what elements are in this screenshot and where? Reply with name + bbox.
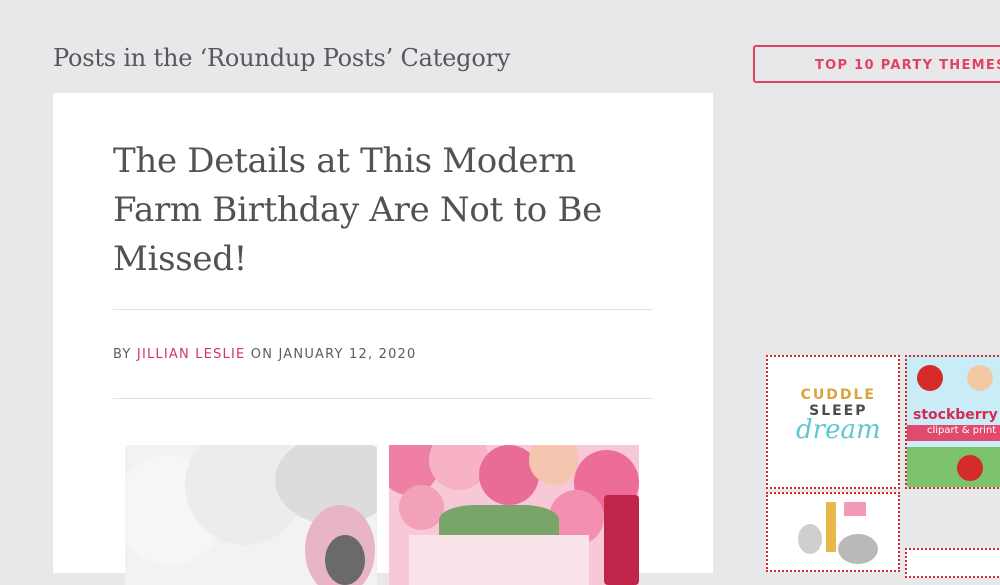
ad-text: stockberry st <box>913 407 1000 423</box>
post-photo-balloons-white[interactable] <box>125 445 377 585</box>
sidebar-ad-animals[interactable] <box>766 492 900 572</box>
post-card: The Details at This Modern Farm Birthday… <box>53 93 713 585</box>
ad-text: dream <box>796 415 881 445</box>
on-label: ON <box>250 347 274 362</box>
sidebar-ad-stockberry[interactable]: stockberry st clipart & print <box>905 355 1000 489</box>
divider <box>113 398 653 399</box>
author-link[interactable]: JILLIAN LESLIE <box>137 347 246 362</box>
ad-text: CUDDLE <box>800 387 876 403</box>
post-photo-balloons-pink[interactable] <box>389 445 639 585</box>
sidebar-ad[interactable] <box>905 548 1000 578</box>
sidebar-ad-cuddle-sleep-dream[interactable]: CUDDLE SLEEP dream <box>766 355 900 489</box>
post-title[interactable]: The Details at This Modern Farm Birthday… <box>113 137 633 284</box>
top-party-themes-button[interactable]: TOP 10 PARTY THEMES! <box>753 45 1000 83</box>
by-label: BY <box>113 347 132 362</box>
post-byline: BY JILLIAN LESLIE ON JANUARY 12, 2020 <box>113 347 417 362</box>
category-heading: Posts in the ‘Roundup Posts’ Category <box>53 44 511 72</box>
top-party-themes-label: TOP 10 PARTY THEMES! <box>815 58 1000 73</box>
ad-text: clipart & print <box>907 425 1000 441</box>
post-date: JANUARY 12, 2020 <box>278 347 417 362</box>
divider <box>113 309 653 310</box>
